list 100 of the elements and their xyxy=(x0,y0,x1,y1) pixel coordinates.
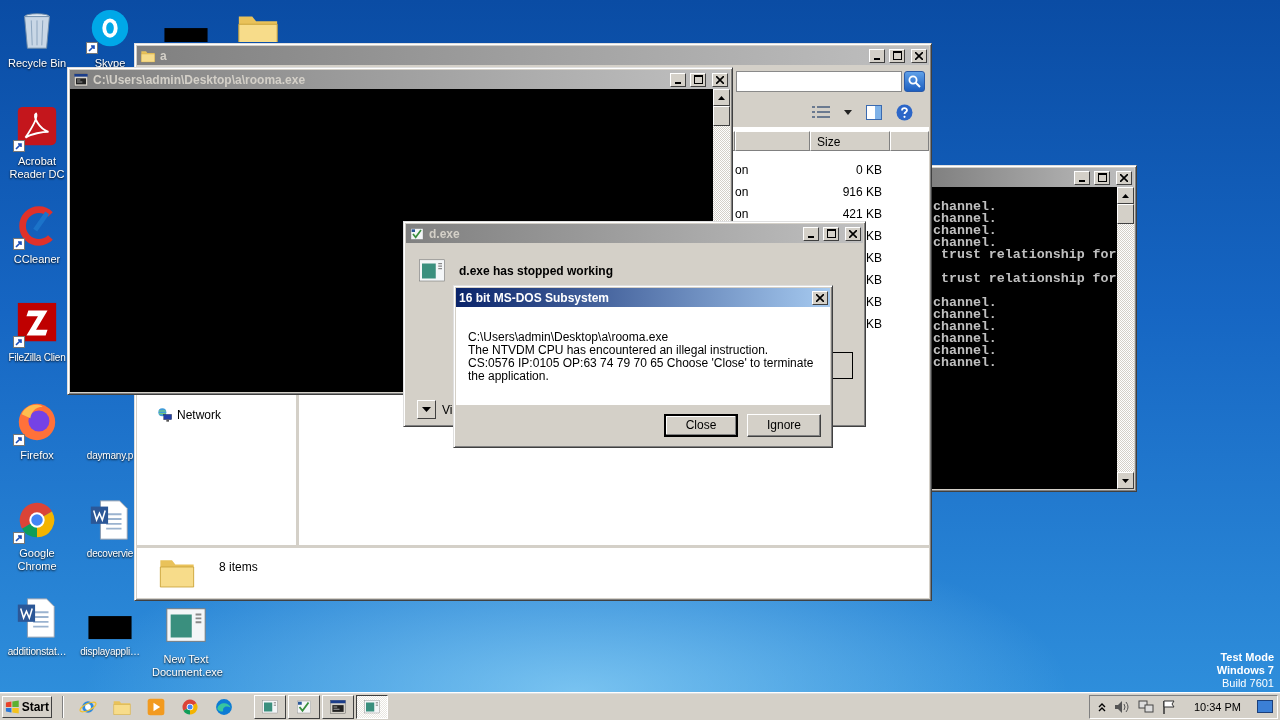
close-icon xyxy=(716,75,724,84)
table-cell-text: on xyxy=(735,162,750,179)
close-button[interactable] xyxy=(911,48,927,63)
dialog-button[interactable]: Ignore xyxy=(747,413,821,437)
icon-label: Google Chrome xyxy=(16,547,58,573)
close-button[interactable] xyxy=(845,226,861,241)
maximize-icon xyxy=(693,75,703,84)
console-line: trust relationship for xyxy=(939,249,1117,264)
scroll-thumb[interactable] xyxy=(713,106,730,126)
close-button[interactable] xyxy=(712,72,728,87)
window-title: 16 bit MS-DOS Subsystem xyxy=(459,290,611,305)
close-button[interactable] xyxy=(812,290,828,305)
console-line: trust relationship for xyxy=(939,273,1117,288)
preview-pane-icon[interactable] xyxy=(866,104,882,120)
maximize-button[interactable] xyxy=(1094,170,1110,185)
maximize-button[interactable] xyxy=(823,226,839,241)
address-field[interactable] xyxy=(736,70,902,92)
minimize-icon xyxy=(874,57,880,60)
expand-button[interactable] xyxy=(417,400,436,419)
icon-label: Firefox xyxy=(20,449,54,462)
minimize-button[interactable] xyxy=(1074,170,1090,185)
network-icon[interactable] xyxy=(1137,699,1154,714)
scroll-thumb[interactable] xyxy=(1117,204,1134,224)
program-icon xyxy=(363,697,381,716)
close-icon xyxy=(849,229,857,238)
scrollbar[interactable] xyxy=(1117,187,1134,489)
clock[interactable]: 10:34 PM xyxy=(1193,700,1241,713)
console-line: channel. xyxy=(933,237,997,249)
close-icon xyxy=(915,51,923,60)
console-line: channel. xyxy=(933,297,998,309)
close-button[interactable] xyxy=(1116,170,1132,185)
console-line: channel. xyxy=(933,333,998,345)
maximize-icon xyxy=(892,51,902,60)
speaker-icon[interactable] xyxy=(1113,699,1130,714)
start-button[interactable]: Start xyxy=(2,695,52,718)
console-icon xyxy=(329,697,347,716)
up-arrow-icon xyxy=(1122,193,1129,198)
column-header[interactable] xyxy=(735,131,810,151)
table-cell: KB xyxy=(866,251,882,265)
table-cell: 0 KB xyxy=(856,163,882,177)
table-cell-text: on xyxy=(735,206,750,223)
console-line: channel. xyxy=(933,213,998,225)
taskbar-button[interactable] xyxy=(356,694,388,719)
table-cell: 421 KB xyxy=(842,207,882,221)
media-player-icon xyxy=(146,696,166,717)
maximize-button[interactable] xyxy=(690,72,706,87)
help-icon[interactable] xyxy=(896,103,913,121)
maximize-button[interactable] xyxy=(889,48,905,63)
maximize-icon xyxy=(1097,173,1107,182)
minimize-icon xyxy=(808,235,814,238)
search-button[interactable] xyxy=(904,70,925,92)
minimize-button[interactable] xyxy=(670,72,686,87)
icon-label: daymany.p xyxy=(86,449,134,462)
program-icon xyxy=(409,225,425,242)
console-icon xyxy=(73,71,89,88)
os-watermark-text: Windows 7 xyxy=(1216,664,1274,677)
program-icon xyxy=(261,697,279,716)
window-title: d.exe xyxy=(429,226,461,241)
console-line: channel. xyxy=(933,357,998,369)
details-link[interactable]: Vi xyxy=(442,402,453,417)
scroll-up-button[interactable] xyxy=(1117,187,1134,204)
dialog-button[interactable]: Close xyxy=(664,413,738,437)
maximize-icon xyxy=(826,229,836,238)
message-text: The NTVDM CPU has encountered an illegal instruction. xyxy=(468,344,770,357)
console-line: channel. xyxy=(933,345,998,357)
table-cell: 916 KB xyxy=(842,185,882,199)
message-text: C:\Users\admin\Desktop\a\rooma.exe xyxy=(468,331,670,344)
console-line: channel. xyxy=(933,201,998,213)
table-cell: KB xyxy=(866,295,882,309)
chevron-icon[interactable] xyxy=(1097,701,1106,712)
browser-icon xyxy=(214,696,234,717)
up-arrow-icon xyxy=(718,95,725,100)
minimize-button[interactable] xyxy=(803,226,819,241)
flag-icon[interactable] xyxy=(1161,699,1176,714)
icon-label: decovervie xyxy=(86,547,134,560)
view-options-icon[interactable] xyxy=(812,105,830,119)
os-watermark-text: Build 7601 xyxy=(1222,677,1274,690)
minimize-button[interactable] xyxy=(869,48,885,63)
nav-item[interactable]: Network xyxy=(177,408,221,422)
network-icon[interactable] xyxy=(157,407,173,423)
scroll-down-button[interactable] xyxy=(1117,472,1134,489)
down-arrow-icon xyxy=(1122,478,1129,483)
window-title: a xyxy=(160,48,168,63)
close-icon xyxy=(1120,173,1128,182)
table-cell: KB xyxy=(866,229,882,243)
icon-label: displayappli… xyxy=(80,645,140,658)
column-header[interactable]: Size xyxy=(810,131,890,151)
console-line: channel. xyxy=(933,225,998,237)
os-watermark-text: Test Mode xyxy=(1220,651,1274,664)
scroll-up-button[interactable] xyxy=(713,89,730,106)
icon-label: additionstat… xyxy=(7,645,67,658)
icon-label: FileZilla Clien xyxy=(8,351,66,364)
dropdown-arrow-icon[interactable] xyxy=(844,109,852,115)
console-line: channel. xyxy=(933,321,998,333)
show-desktop-icon[interactable] xyxy=(1257,699,1273,714)
start-logo xyxy=(5,699,20,714)
table-cell-text: on xyxy=(735,184,750,201)
dialog-heading: d.exe has stopped working xyxy=(459,264,614,278)
column-header[interactable] xyxy=(890,131,929,151)
message-text: CS:0576 IP:0105 OP:63 74 79 70 65 Choose 'Close' to terminate the application. xyxy=(468,357,815,383)
